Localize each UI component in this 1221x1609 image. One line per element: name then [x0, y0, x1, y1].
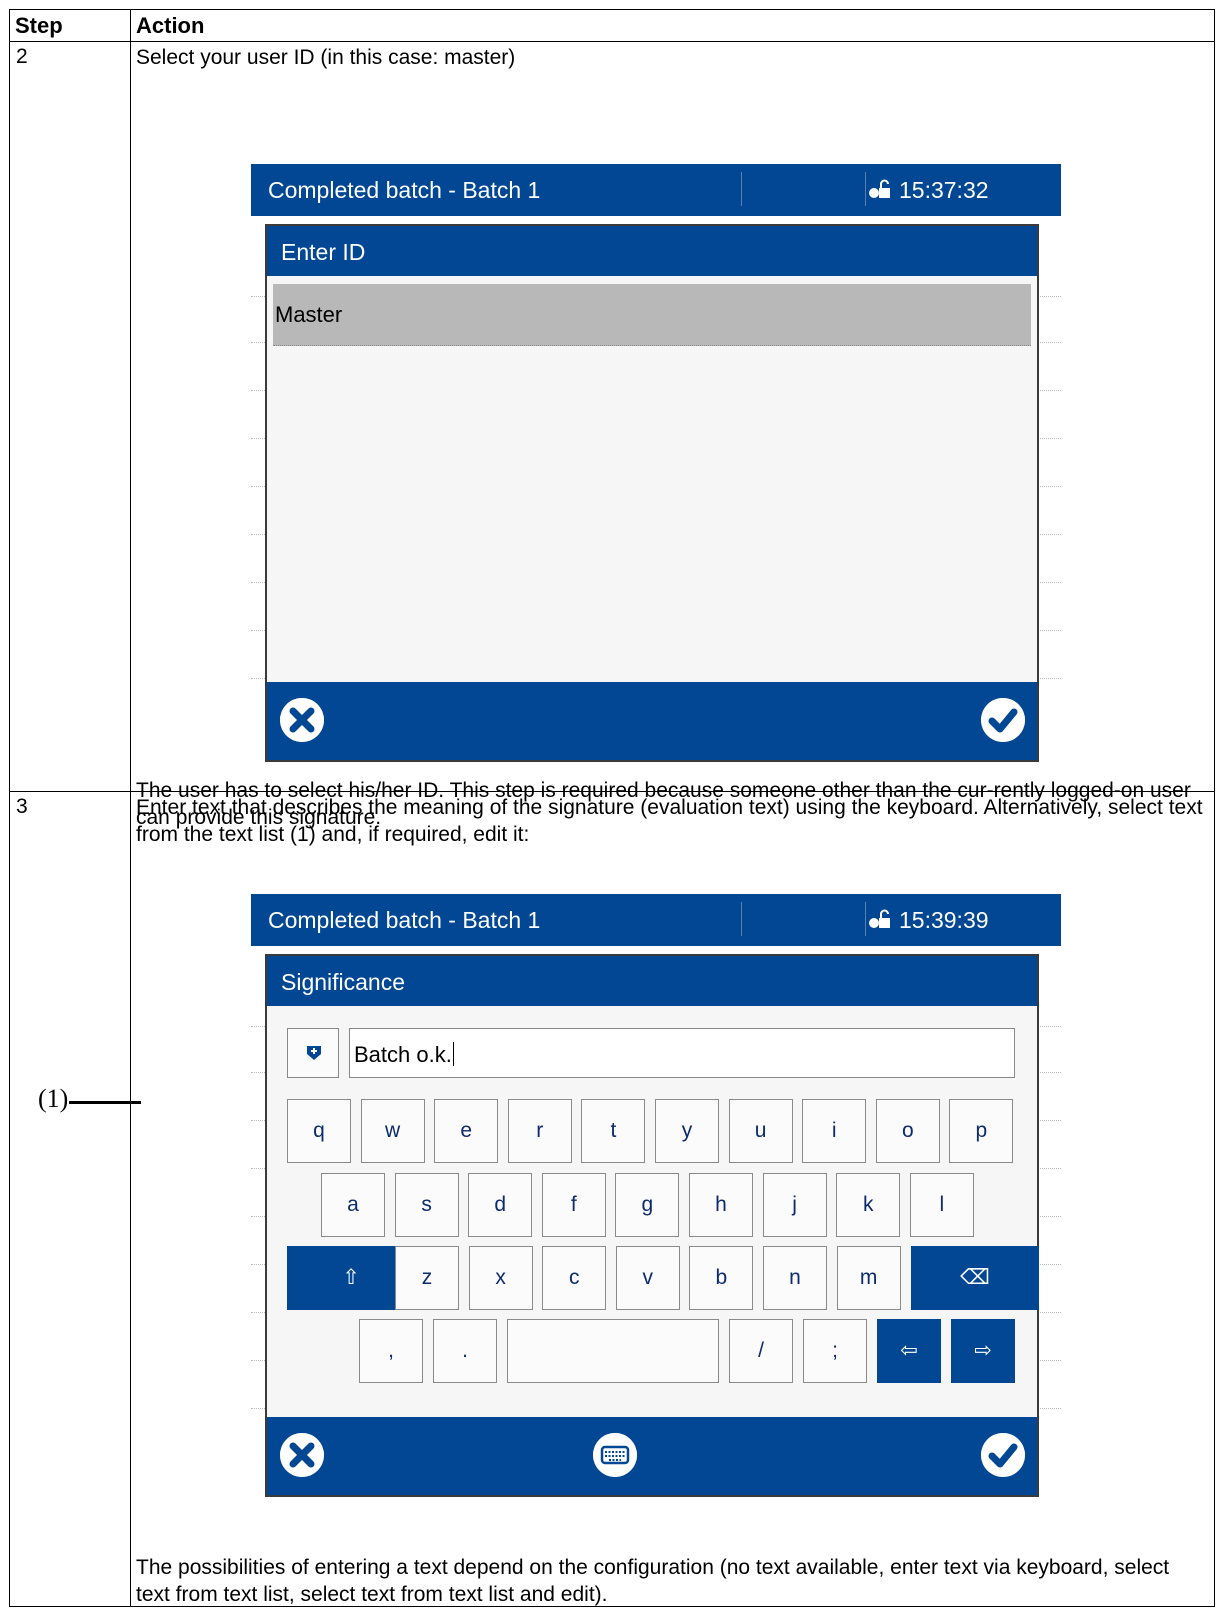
key-u[interactable]: u [728, 1099, 793, 1163]
key-m[interactable]: m [836, 1246, 901, 1310]
key-q[interactable]: q [287, 1099, 351, 1163]
keyboard-icon [593, 1433, 637, 1477]
key-a[interactable]: a [321, 1173, 385, 1237]
key-j[interactable]: j [762, 1173, 827, 1237]
user-lock-icon [869, 909, 890, 928]
key-l[interactable]: l [909, 1173, 974, 1237]
instruction-table: Step Action 2 Select your user ID (in th… [9, 9, 1215, 1607]
checkmark-icon [981, 698, 1025, 742]
device-screen-enter-id: Completed batch - Batch 1 15:37:32 Enter… [251, 164, 1061, 762]
dialog-title: Enter ID [267, 226, 1037, 276]
key-o[interactable]: o [875, 1099, 940, 1163]
screen-title: Completed batch - Batch 1 [268, 177, 541, 203]
key-n[interactable]: n [763, 1246, 827, 1310]
screen-title-bar: Completed batch - Batch 1 15:39:39 [251, 894, 1061, 946]
key-slash[interactable]: / [729, 1319, 793, 1383]
significance-dialog: Significance Batch o.k. q w e r t y u i … [265, 954, 1039, 1497]
text-caret [452, 1042, 454, 1066]
dialog-title: Significance [267, 956, 1037, 1006]
key-v[interactable]: v [615, 1246, 680, 1310]
cancel-button[interactable] [280, 1433, 324, 1477]
screen-title: Completed batch - Batch 1 [268, 907, 541, 933]
key-w[interactable]: w [360, 1099, 425, 1163]
clock: 15:39:39 [899, 907, 989, 933]
significance-input[interactable]: Batch o.k. [349, 1028, 1015, 1078]
text-list-icon [307, 1046, 321, 1060]
instruction-text: Enter text that describes the meaning of… [136, 796, 1203, 846]
action-cell: Select your user ID (in this case: maste… [130, 41, 1215, 829]
key-k[interactable]: k [836, 1173, 901, 1237]
action-cell: Enter text that describes the meaning of… [130, 791, 1215, 1607]
screen-title-bar: Completed batch - Batch 1 15:37:32 [251, 164, 1061, 216]
key-comma[interactable]: , [359, 1319, 423, 1383]
checkmark-icon [981, 1433, 1025, 1477]
text-list-button[interactable] [287, 1028, 339, 1078]
cancel-button[interactable] [280, 698, 324, 742]
key-p[interactable]: p [949, 1099, 1014, 1163]
dialog-footer [267, 682, 1037, 760]
dialog-footer [267, 1417, 1037, 1495]
key-c[interactable]: c [542, 1246, 607, 1310]
key-e[interactable]: e [434, 1099, 499, 1163]
key-b[interactable]: b [689, 1246, 754, 1310]
cursor-right-key[interactable]: ⇨ [951, 1319, 1015, 1383]
key-g[interactable]: g [615, 1173, 680, 1237]
callout-label: (1) [38, 1084, 69, 1113]
key-semicolon[interactable]: ; [803, 1319, 867, 1383]
list-item-master[interactable]: Master [273, 284, 1031, 346]
key-i[interactable]: i [802, 1099, 867, 1163]
instruction-text: Select your user ID (in this case: maste… [136, 46, 516, 69]
key-x[interactable]: x [468, 1246, 533, 1310]
enter-id-dialog: Enter ID Master [265, 224, 1039, 762]
note-text: The possibilities of entering a text dep… [136, 1556, 1170, 1606]
key-d[interactable]: d [468, 1173, 533, 1237]
confirm-button[interactable] [981, 1433, 1025, 1477]
clock: 15:37:32 [899, 177, 989, 203]
header-action: Action [130, 9, 1215, 42]
confirm-button[interactable] [981, 698, 1025, 742]
key-y[interactable]: y [655, 1099, 719, 1163]
cursor-left-key[interactable]: ⇦ [877, 1319, 941, 1383]
key-r[interactable]: r [507, 1099, 572, 1163]
keyboard-toggle-button[interactable] [593, 1433, 637, 1477]
cancel-icon [280, 698, 324, 742]
callout-line [69, 1101, 141, 1104]
key-s[interactable]: s [394, 1173, 459, 1237]
device-screen-significance: Completed batch - Batch 1 15:39:39 Signi… [251, 894, 1061, 1497]
key-z[interactable]: z [395, 1246, 459, 1310]
header-step: Step [9, 9, 131, 42]
input-value: Batch o.k. [354, 1042, 452, 1067]
cancel-icon [280, 1433, 324, 1477]
backspace-key[interactable]: ⌫ [911, 1246, 1039, 1310]
space-key[interactable] [507, 1319, 719, 1383]
step-number: 2 [9, 41, 131, 792]
key-h[interactable]: h [689, 1173, 753, 1237]
step-number: 3 [9, 791, 131, 1607]
key-t[interactable]: t [581, 1099, 646, 1163]
key-f[interactable]: f [541, 1173, 606, 1237]
key-period[interactable]: . [433, 1319, 497, 1383]
user-lock-icon [869, 179, 890, 198]
